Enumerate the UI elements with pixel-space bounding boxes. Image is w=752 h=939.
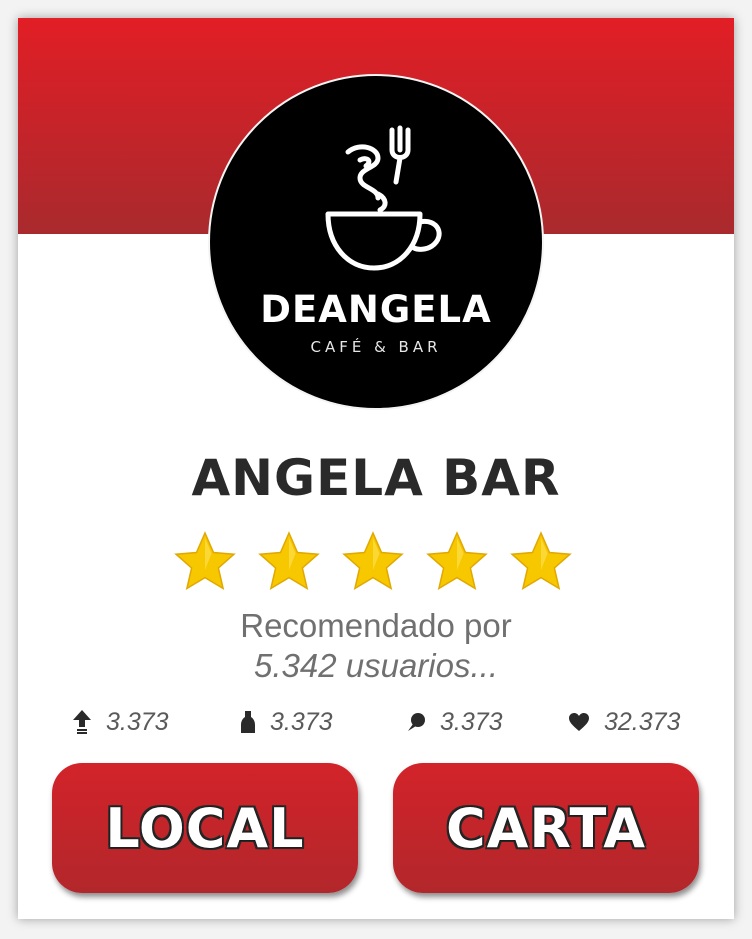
stat-value: 3.373: [270, 707, 333, 736]
venue-card: DEANGELA CAFÉ & BAR ANGELA BAR Recomenda…: [18, 18, 734, 919]
star-icon: [174, 531, 236, 591]
heart-icon: [569, 713, 589, 731]
venue-logo[interactable]: DEANGELA CAFÉ & BAR: [208, 74, 544, 410]
stat-comments[interactable]: 3.373: [406, 704, 503, 740]
logo-subtitle: CAFÉ & BAR: [310, 338, 442, 356]
carta-button-label: CARTA: [445, 796, 646, 860]
coffee-cup-icon: [325, 125, 442, 271]
carta-button[interactable]: CARTA: [393, 763, 699, 893]
comment-icon: [408, 713, 425, 731]
star-icon: [426, 531, 488, 591]
star-icon: [510, 531, 572, 591]
recommended-label: Recomendado por: [240, 607, 512, 644]
logo-name: DEANGELA: [260, 288, 492, 331]
star-icon: [342, 531, 404, 591]
upvote-arrow-icon: [73, 710, 91, 734]
venue-name: ANGELA BAR: [191, 449, 561, 507]
stat-value: 3.373: [106, 707, 169, 736]
recommended-count: 5.342 usuarios...: [254, 647, 498, 684]
bottle-icon: [241, 711, 255, 733]
stat-value: 32.373: [604, 707, 681, 736]
star-icon: [258, 531, 320, 591]
stat-likes[interactable]: 32.373: [568, 704, 680, 740]
star-rating: [173, 530, 573, 594]
stat-upvotes[interactable]: 3.373: [72, 704, 169, 740]
stats-row: 3.373 3.373 3.373 32.373: [68, 704, 688, 740]
stat-drinks[interactable]: 3.373: [240, 704, 333, 740]
local-button[interactable]: LOCAL: [52, 763, 358, 893]
local-button-label: LOCAL: [105, 796, 305, 860]
stat-value: 3.373: [440, 707, 503, 736]
